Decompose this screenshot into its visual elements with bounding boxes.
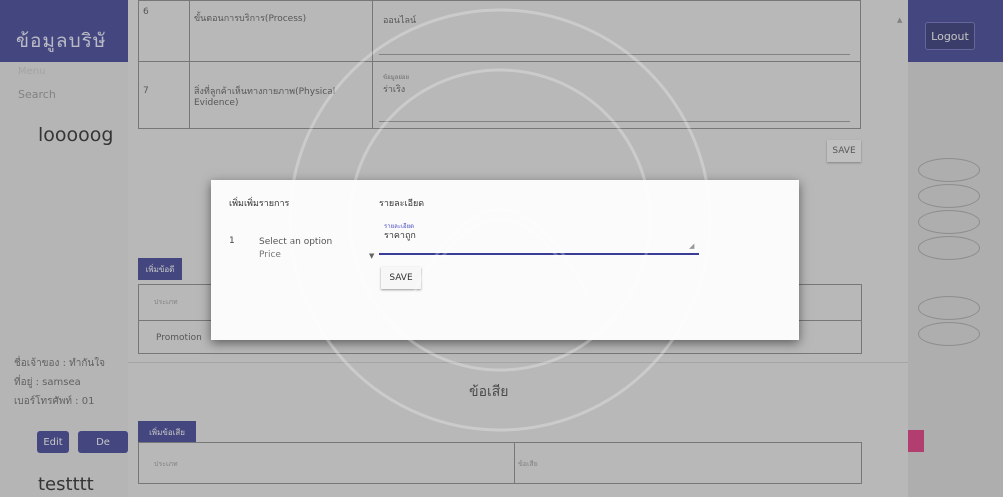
select-placeholder[interactable]: Select an option xyxy=(259,237,332,247)
dialog-heading-item: เพิ่มเพิ่มรายการ xyxy=(229,199,290,209)
dialog-save-button[interactable]: SAVE xyxy=(381,267,421,289)
detail-field-underline xyxy=(379,253,699,255)
add-item-dialog: เพิ่มเพิ่มรายการ รายละเอียด 1 Select an … xyxy=(211,180,799,340)
dialog-heading-detail: รายละเอียด xyxy=(379,199,425,209)
resize-handle-icon[interactable]: ◢ xyxy=(689,242,694,250)
dialog-row-number: 1 xyxy=(229,236,235,246)
select-value[interactable]: Price xyxy=(259,250,281,260)
chevron-down-icon[interactable]: ▼ xyxy=(369,252,374,260)
detail-field-input[interactable]: ราคาถูก xyxy=(384,228,416,242)
